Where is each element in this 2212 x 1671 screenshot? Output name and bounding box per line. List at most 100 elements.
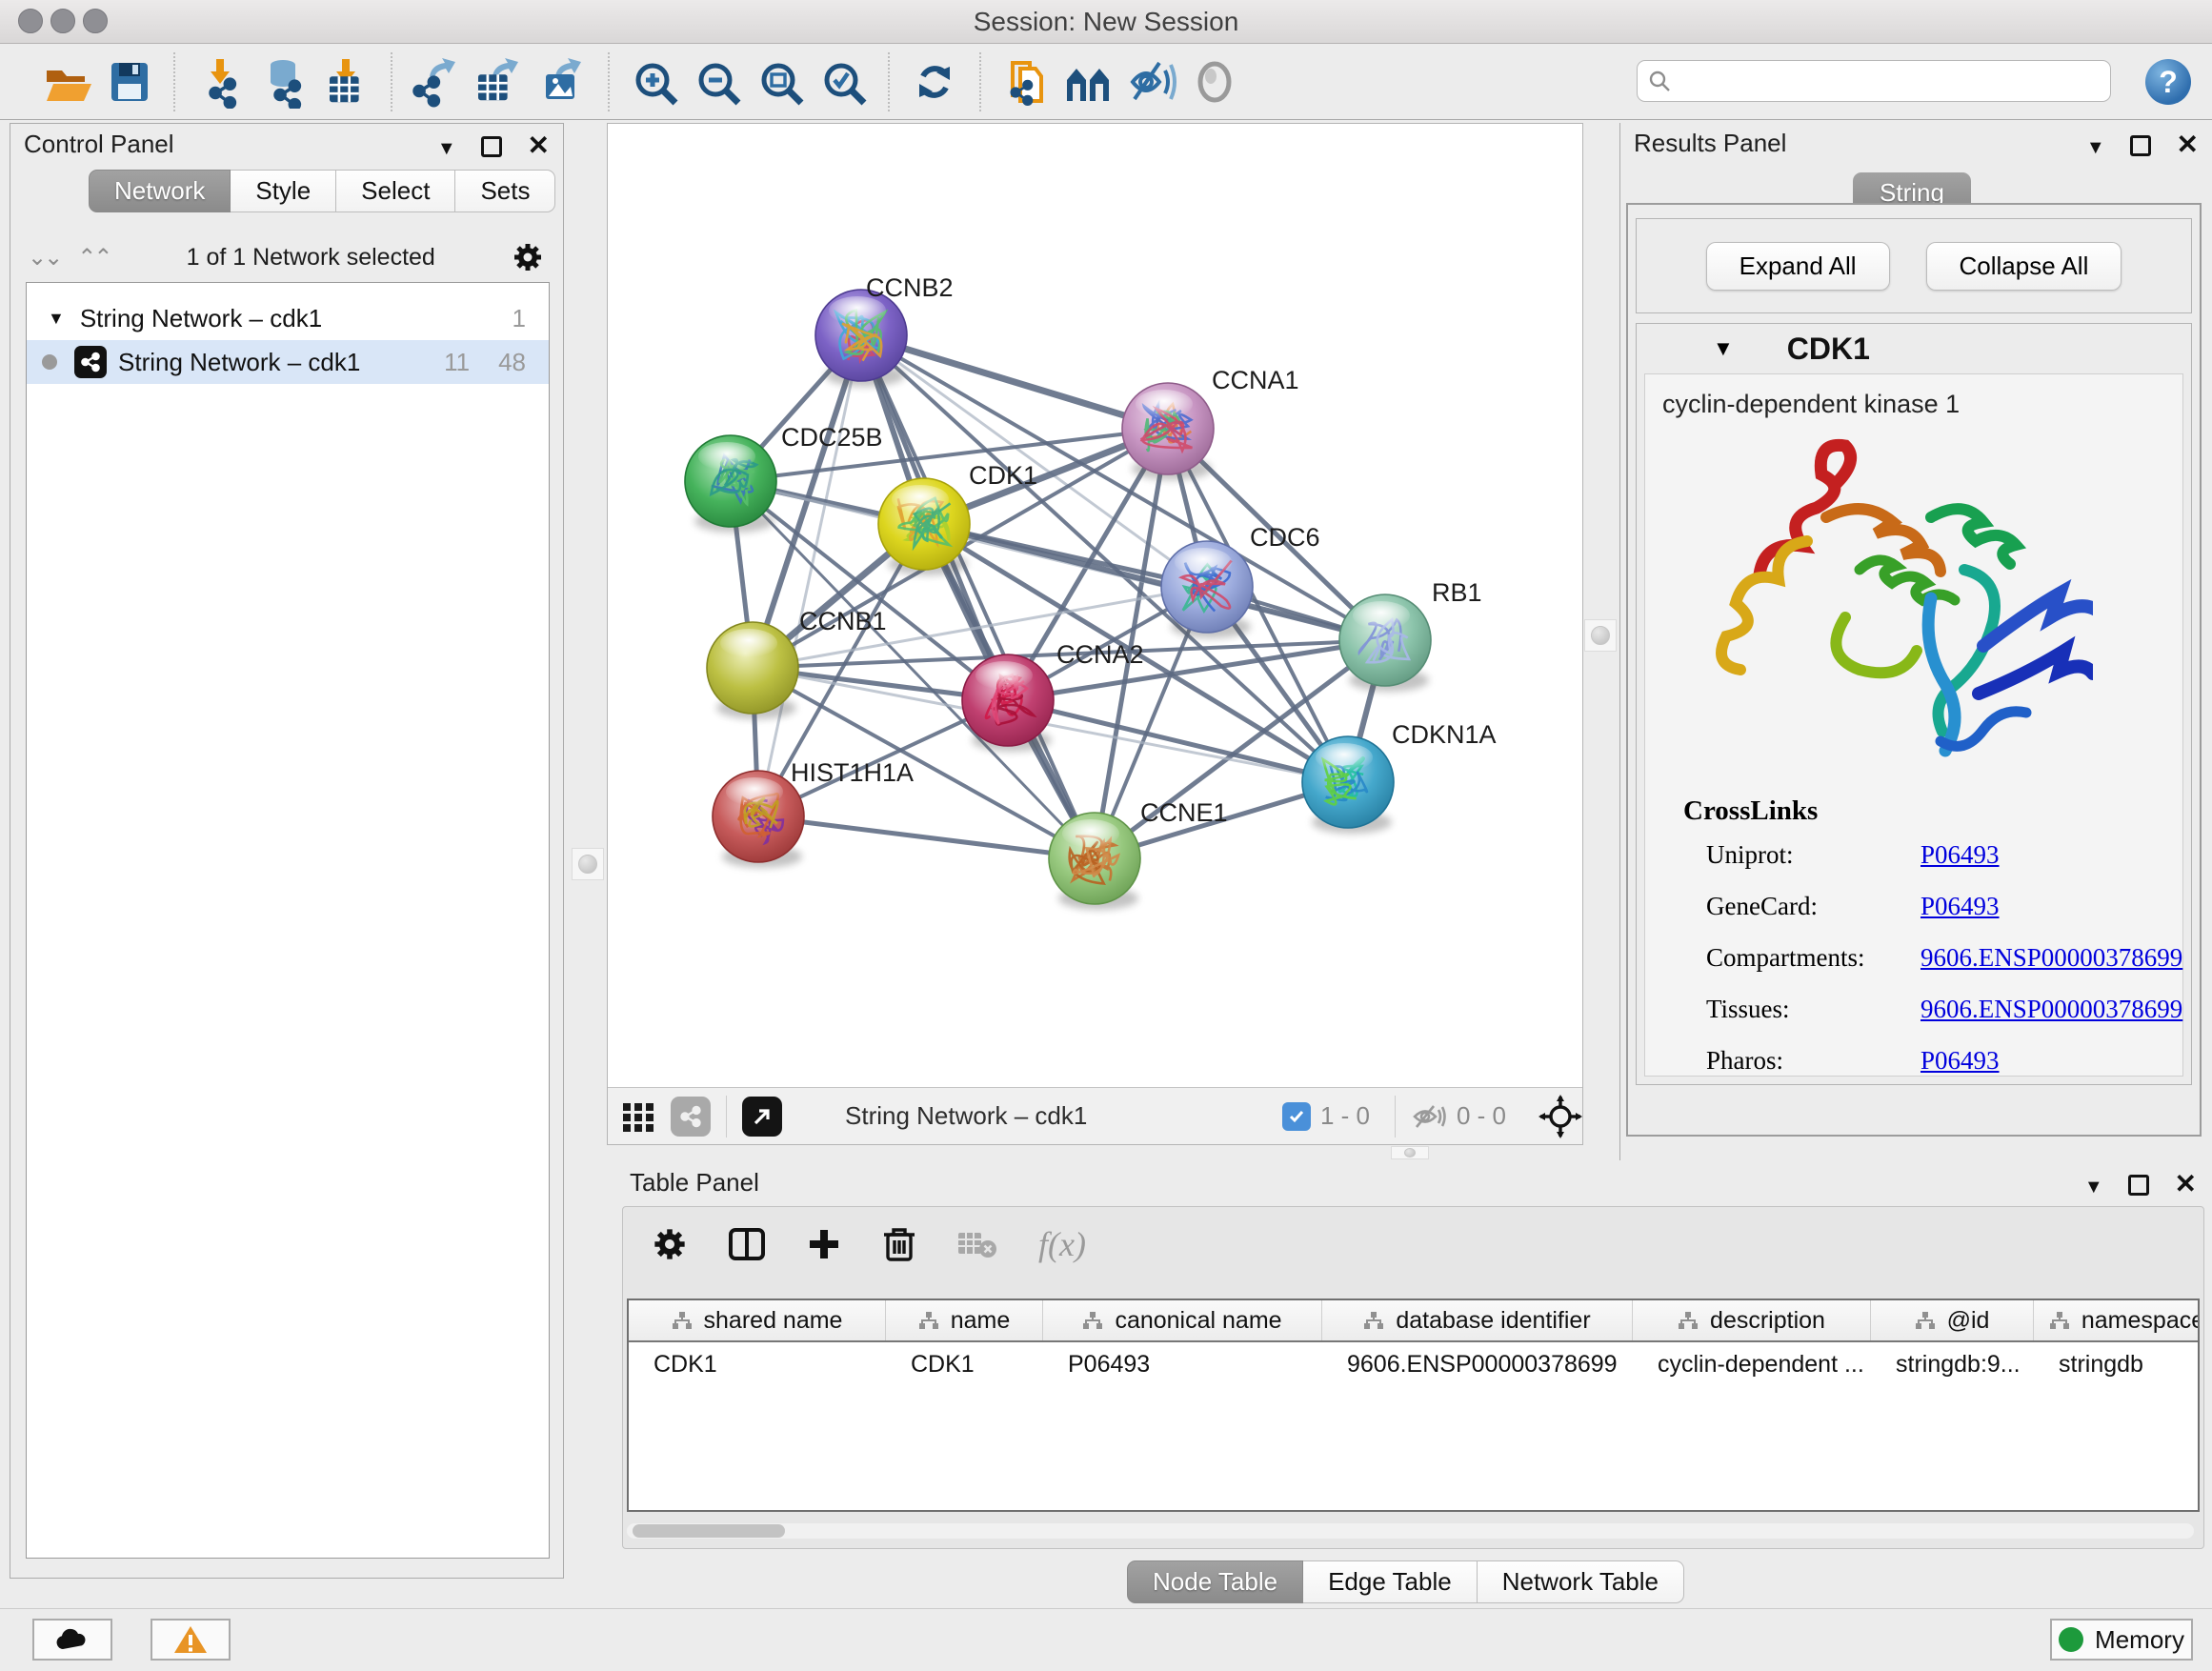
network-collection-row[interactable]: ▼ String Network – cdk1 1 (27, 296, 549, 340)
function-builder-icon[interactable]: f(x) (1038, 1224, 1086, 1264)
zoom-fit-button[interactable] (749, 50, 812, 113)
crosslink-link[interactable]: P06493 (1920, 1046, 2000, 1076)
column-header-description[interactable]: description (1633, 1300, 1871, 1340)
help-button[interactable]: ? (2145, 59, 2191, 105)
hide-selected-button[interactable] (1120, 50, 1183, 113)
node-CCNA1[interactable] (1122, 383, 1214, 480)
table-cell[interactable]: stringdb (2034, 1351, 2200, 1379)
close-window-button[interactable] (18, 9, 43, 33)
table-horizontal-scrollbar[interactable] (627, 1523, 2194, 1539)
results-panel-float-icon[interactable]: ▼ (2086, 137, 2105, 159)
export-network-button[interactable] (406, 50, 469, 113)
results-panel-close-icon[interactable]: ✕ (2177, 129, 2199, 160)
node-CDC25B[interactable] (685, 435, 776, 533)
import-network-database-button[interactable] (251, 50, 314, 113)
edge-CCNB2-CCNA1[interactable] (861, 335, 1168, 429)
tab-select[interactable]: Select (336, 170, 455, 212)
search-input[interactable] (1672, 68, 2091, 94)
search-box[interactable] (1637, 60, 2111, 102)
control-panel-maximize-icon[interactable] (481, 136, 502, 157)
node-CDKN1A[interactable] (1302, 736, 1394, 834)
node-CDK1[interactable] (878, 478, 970, 575)
table-cell[interactable]: stringdb:9... (1871, 1351, 2034, 1379)
export-table-button[interactable] (469, 50, 532, 113)
first-neighbors-button[interactable] (1057, 50, 1120, 113)
node-CCNB2[interactable] (815, 290, 907, 387)
table-cell[interactable]: P06493 (1043, 1351, 1322, 1379)
export-image-button[interactable] (532, 50, 594, 113)
expand-all-button[interactable]: Expand All (1706, 242, 1890, 291)
network-canvas[interactable]: CCNB2 CCNA1 CDC25B CDK1 CDC6 RB1 CCNB1 (608, 124, 1582, 1087)
crosslink-link[interactable]: 9606.ENSP00000378699 (1920, 995, 2182, 1024)
tab-network-table[interactable]: Network Table (1478, 1560, 1684, 1603)
control-panel-float-icon[interactable]: ▼ (437, 138, 456, 160)
edge-HIST1H1A-CCNE1[interactable] (758, 816, 1095, 858)
show-columns-icon[interactable] (728, 1225, 766, 1263)
expand-all-networks-icon[interactable]: ⌃⌃ (77, 244, 110, 272)
table-cell[interactable]: 9606.ENSP00000378699 (1322, 1351, 1633, 1379)
node-CCNB1[interactable] (707, 622, 798, 719)
collapse-all-button[interactable]: Collapse All (1926, 242, 2122, 291)
node-CCNE1[interactable] (1049, 813, 1140, 910)
tab-node-table[interactable]: Node Table (1127, 1560, 1303, 1603)
results-panel-maximize-icon[interactable] (2130, 135, 2151, 156)
node-table[interactable]: shared name name canonical name database… (627, 1299, 2200, 1512)
column-header-namespace[interactable]: namespace (2034, 1300, 2200, 1340)
tab-network[interactable]: Network (89, 170, 231, 212)
table-cell[interactable]: cyclin-dependent ... (1633, 1351, 1871, 1379)
import-table-button[interactable] (314, 50, 377, 113)
zoom-out-button[interactable] (686, 50, 749, 113)
table-cell[interactable]: CDK1 (886, 1351, 1043, 1379)
table-panel-maximize-icon[interactable] (2128, 1175, 2149, 1196)
tab-sets[interactable]: Sets (455, 170, 555, 212)
zoom-selected-button[interactable] (812, 50, 875, 113)
zoom-window-button[interactable] (83, 9, 108, 33)
show-all-button[interactable] (1183, 50, 1246, 113)
node-CCNA2[interactable] (962, 654, 1054, 752)
table-panel-float-icon[interactable]: ▼ (2084, 1177, 2103, 1198)
save-session-button[interactable] (97, 50, 160, 113)
add-column-icon[interactable] (806, 1226, 842, 1262)
refresh-button[interactable] (903, 50, 966, 113)
column-header-database-identifier[interactable]: database identifier (1322, 1300, 1633, 1340)
control-panel-close-icon[interactable]: ✕ (528, 130, 550, 161)
column-header-canonical-name[interactable]: canonical name (1043, 1300, 1322, 1340)
table-cell[interactable]: CDK1 (629, 1351, 886, 1379)
memory-button[interactable]: Memory (2050, 1619, 2193, 1661)
column-header-shared-name[interactable]: shared name (629, 1300, 886, 1340)
birds-eye-view-icon[interactable] (671, 1097, 711, 1137)
left-splitter-handle[interactable] (572, 848, 604, 880)
node-RB1[interactable] (1339, 594, 1431, 692)
minimize-window-button[interactable] (50, 9, 75, 33)
gene-collapse-icon[interactable]: ▼ (1713, 336, 1734, 361)
crosslink-link[interactable]: 9606.ENSP00000378699 (1920, 943, 2182, 973)
pan-crosshair-icon[interactable] (1538, 1095, 1582, 1138)
network-row[interactable]: String Network – cdk1 11 48 (27, 340, 549, 384)
gene-section-header[interactable]: ▼ CDK1 (1637, 324, 2191, 373)
table-row[interactable]: CDK1CDK1P064939606.ENSP00000378699cyclin… (629, 1342, 2198, 1386)
zoom-in-button[interactable] (623, 50, 686, 113)
selected-nodes-checkbox-icon[interactable] (1282, 1102, 1311, 1131)
network-options-gear-icon[interactable] (512, 241, 544, 273)
crosslink-link[interactable]: P06493 (1920, 840, 2000, 870)
detach-view-icon[interactable] (742, 1097, 782, 1137)
warnings-button[interactable] (151, 1619, 231, 1661)
table-settings-gear-icon[interactable] (652, 1226, 688, 1262)
open-session-button[interactable] (34, 50, 97, 113)
delete-column-icon[interactable] (882, 1225, 916, 1263)
column-header-@id[interactable]: @id (1871, 1300, 2034, 1340)
edge-CCNB2-HIST1H1A[interactable] (758, 335, 861, 816)
cloud-status-button[interactable] (32, 1619, 112, 1661)
collapse-all-networks-icon[interactable]: ⌄⌄ (28, 244, 60, 272)
right-splitter-handle[interactable] (1584, 619, 1617, 652)
collection-expand-icon[interactable]: ▼ (48, 309, 65, 329)
duplicate-network-button[interactable] (995, 50, 1057, 113)
tab-edge-table[interactable]: Edge Table (1303, 1560, 1478, 1603)
table-panel-close-icon[interactable]: ✕ (2175, 1168, 2197, 1199)
import-network-button[interactable] (189, 50, 251, 113)
crosslink-link[interactable]: P06493 (1920, 892, 2000, 921)
node-CDC6[interactable] (1161, 541, 1253, 638)
clear-table-icon[interactable] (956, 1229, 998, 1259)
tab-style[interactable]: Style (231, 170, 336, 212)
column-header-name[interactable]: name (886, 1300, 1043, 1340)
